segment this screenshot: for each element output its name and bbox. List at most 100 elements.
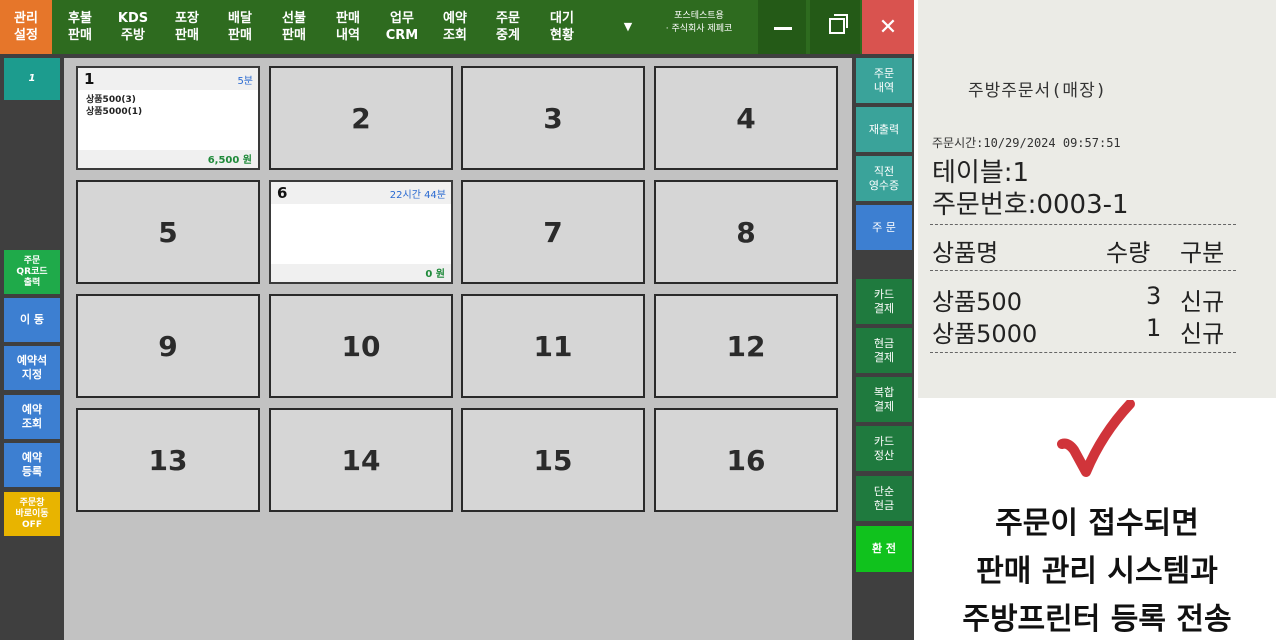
order-item: 상품500(3) (86, 95, 136, 105)
close-button[interactable]: ✕ (862, 0, 914, 54)
table-number: 11 (533, 329, 573, 363)
menu-label: 주문 (496, 11, 520, 26)
order-window-shortcut-toggle[interactable]: 주문창 바로이동 OFF (4, 492, 60, 536)
screenshot-root: 관리 설정 후불판매 KDS 주방 포장 판매 배달 판매 선불 판매 판매 내역 업무 CR… (0, 0, 1280, 640)
button-label: 결제 (873, 350, 895, 364)
mixed-payment-button[interactable]: 복합 결제 (856, 377, 912, 422)
button-label: QR코드 (16, 266, 48, 277)
menu-label: 주방 (121, 28, 145, 43)
button-label: 지정 (21, 368, 43, 381)
store-name: 포스테스트용 · 주식회사 제페코 (644, 10, 754, 36)
table-5[interactable]: 5 (76, 180, 260, 284)
caption-line: 판매 관리 시스템과 (976, 554, 1218, 589)
menu-label: 선불 (282, 11, 306, 26)
table-footer (271, 264, 451, 282)
reprint-button[interactable]: 재출력 (856, 107, 912, 152)
order-amount: 6,500 원 (207, 155, 252, 166)
button-label: 복합 (873, 385, 895, 399)
button-label: 현금 (873, 498, 895, 512)
button-label: 결제 (873, 301, 895, 315)
button-label: 환 전 (871, 542, 897, 555)
button-label: 카드 (873, 434, 895, 448)
button-label: 단순 (873, 484, 895, 498)
table-15[interactable]: 15 (461, 408, 645, 512)
table-16[interactable]: 16 (654, 408, 838, 512)
table-number: 1 (84, 70, 95, 88)
table-8[interactable]: 8 (654, 180, 838, 284)
receipt-col-type: 구분 (1180, 239, 1225, 267)
button-label: 주문창 (19, 497, 45, 508)
move-button[interactable]: 이 동 (4, 298, 60, 342)
reservation-lookup-button[interactable]: 예약 조회 (4, 395, 60, 439)
table-4[interactable]: 4 (654, 66, 838, 170)
table-number: 6 (277, 184, 288, 202)
order-history-button[interactable]: 주문 내역 (856, 58, 912, 103)
menu-kds-kitchen[interactable]: KDS 주방 (108, 0, 158, 54)
table-3[interactable]: 3 (461, 66, 645, 170)
restore-button[interactable] (810, 0, 860, 54)
menu-work-crm[interactable]: 업무 CRM (376, 0, 428, 54)
table-number: 10 (341, 329, 381, 363)
caption-panel: 주문이 접수되면 판매 관리 시스템과 주방프린터 등록 전송 (918, 398, 1276, 640)
button-label: OFF (22, 519, 42, 530)
receipt-item-name: 상품5000 (932, 320, 1038, 348)
button-label: 예약 (21, 403, 43, 416)
receipt-col-qty: 수량 (1106, 239, 1151, 267)
table-number: 9 (158, 329, 178, 363)
menu-label: 예약 (443, 11, 467, 26)
menu-takeout-sale[interactable]: 포장 판매 (161, 0, 213, 54)
close-icon: ✕ (878, 14, 898, 40)
menu-waiting-status[interactable]: 대기 현황 (536, 0, 588, 54)
table-number: 15 (533, 443, 573, 477)
store-name-line: · 주식회사 제페코 (665, 24, 733, 34)
table-1[interactable]: 1 5분 상품500(3) 상품5000(1) 6,500 원 (76, 66, 260, 170)
table-number: 7 (543, 215, 563, 249)
menu-sales-history[interactable]: 판매 내역 (322, 0, 374, 54)
exchange-button[interactable]: 환 전 (856, 526, 912, 572)
table-6[interactable]: 6 22시간 44분 0 원 (269, 180, 453, 284)
menu-order-relay[interactable]: 주문 중계 (482, 0, 534, 54)
reserved-seat-button[interactable]: 예약석 지정 (4, 346, 60, 390)
minimize-button[interactable] (758, 0, 806, 54)
receipt-item-qty: 3 (1146, 282, 1162, 310)
menu-label: 후불 (68, 11, 92, 26)
menu-label: 판매 (68, 28, 92, 43)
table-grid: 1 5분 상품500(3) 상품5000(1) 6,500 원 2 3 4 5 … (64, 58, 852, 640)
button-label: 재출력 (868, 122, 900, 136)
menu-admin-settings[interactable]: 관리 설정 (0, 0, 52, 54)
button-label: 이 동 (19, 313, 45, 326)
table-11[interactable]: 11 (461, 294, 645, 398)
restore-icon (829, 18, 845, 34)
caption-line: 주방프린터 등록 전송 (962, 602, 1232, 637)
table-12[interactable]: 12 (654, 294, 838, 398)
chevron-down-icon[interactable]: ▼ (620, 20, 636, 36)
receipt-divider (930, 352, 1236, 353)
order-button[interactable]: 주 문 (856, 205, 912, 250)
reservation-register-button[interactable]: 예약 등록 (4, 443, 60, 487)
table-14[interactable]: 14 (269, 408, 453, 512)
table-7[interactable]: 7 (461, 180, 645, 284)
table-13[interactable]: 13 (76, 408, 260, 512)
menu-reservation-lookup[interactable]: 예약 조회 (429, 0, 481, 54)
menu-label: 현황 (550, 28, 574, 43)
menu-label: 포장 (175, 11, 199, 26)
card-payment-button[interactable]: 카드 결제 (856, 279, 912, 324)
caption-line: 주문이 접수되면 (995, 506, 1199, 541)
table-10[interactable]: 10 (269, 294, 453, 398)
button-label: 예약석 (16, 354, 48, 367)
cash-payment-button[interactable]: 현금 결제 (856, 328, 912, 373)
menu-delivery-sale[interactable]: 배달 판매 (214, 0, 266, 54)
order-qr-print-button[interactable]: 주문 QR코드 출력 (4, 250, 60, 294)
simple-cash-button[interactable]: 단순 현금 (856, 476, 912, 521)
card-settlement-button[interactable]: 카드 정산 (856, 426, 912, 471)
page-indicator-button[interactable]: 1 (4, 58, 60, 100)
menu-label: 설정 (14, 28, 38, 43)
order-amount: 0 원 (425, 269, 445, 280)
last-receipt-button[interactable]: 직전 영수증 (856, 156, 912, 201)
receipt-title: 주방주문서(매장) (968, 81, 1107, 101)
menu-prepaid-sale[interactable]: 선불 판매 (268, 0, 320, 54)
table-9[interactable]: 9 (76, 294, 260, 398)
checkmark-icon (1057, 400, 1135, 477)
menu-postpaid-sale[interactable]: 후불판매 (54, 0, 106, 54)
table-2[interactable]: 2 (269, 66, 453, 170)
